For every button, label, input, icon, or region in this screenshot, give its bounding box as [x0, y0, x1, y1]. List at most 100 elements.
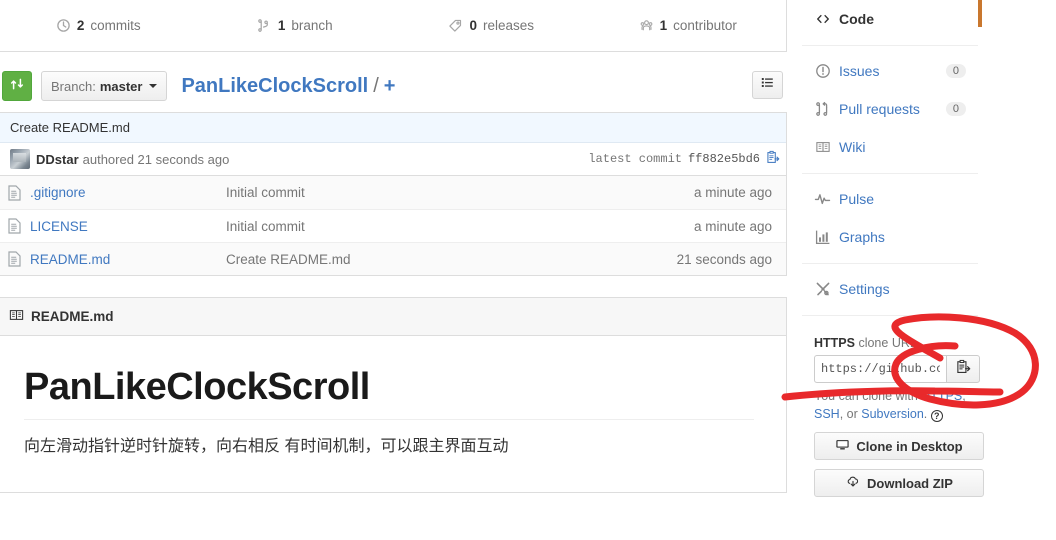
sidebar-item-label: Code	[839, 10, 874, 27]
clone-help-or: , or	[839, 407, 862, 422]
stat-commits[interactable]: 2 commits	[0, 0, 197, 51]
stat-contributors[interactable]: 1 contributor	[590, 0, 787, 51]
issues-counter: 0	[945, 63, 966, 78]
branch-selector-value: master	[99, 78, 143, 94]
sidebar-item-label: Pulse	[839, 190, 875, 207]
compare-and-pull-request-button[interactable]	[2, 71, 32, 101]
clone-help-text: You can clone with HTTPS, SSH, or Subver…	[814, 387, 982, 423]
breadcrumb-separator: /	[373, 74, 379, 97]
stat-branches[interactable]: 1 branch	[197, 0, 394, 51]
clipboard-icon[interactable]	[766, 150, 780, 169]
clone-in-desktop-button[interactable]: Clone in Desktop	[814, 432, 984, 461]
branch-icon	[257, 18, 272, 33]
file-age: 21 seconds ago	[676, 251, 772, 267]
clone-protocol-label: HTTPS	[814, 336, 855, 350]
tag-icon	[448, 18, 463, 33]
file-age: a minute ago	[693, 218, 772, 234]
latest-commit-sha[interactable]: ff882e5bd6	[688, 152, 760, 166]
readme-paragraph: 向左滑动指针逆时针旋转，向右相反 有时间机制，可以跟主界面互动	[24, 438, 509, 455]
latest-commit-sha-group: latest commit ff882e5bd6	[588, 143, 780, 175]
clone-url-label: HTTPS clone URL	[814, 336, 978, 350]
file-age: a minute ago	[693, 185, 772, 200]
add-file-button[interactable]: +	[384, 75, 396, 98]
divider	[802, 315, 978, 316]
people-icon	[639, 18, 654, 33]
stat-releases-label: releases	[482, 18, 535, 33]
clipboard-icon	[956, 359, 971, 380]
pull-requests-counter: 0	[945, 101, 966, 116]
file-name[interactable]: LICENSE	[30, 219, 226, 234]
find-file-button[interactable]	[752, 71, 783, 99]
readme-box: README.md PanLikeClockScroll 向左滑动指针逆时针旋转…	[0, 297, 787, 493]
repository-stats-bar: 2 commits 1 branch 0 releases 1 contribu…	[0, 0, 787, 52]
book-icon	[814, 140, 831, 154]
sidebar-item-code[interactable]: Code	[802, 0, 982, 38]
stat-releases[interactable]: 0 releases	[393, 0, 590, 51]
table-row: LICENSE Initial commit a minute ago	[0, 209, 786, 242]
clone-help-https-link[interactable]: HTTPS	[921, 389, 962, 403]
file-name[interactable]: README.md	[30, 252, 226, 267]
github-repo-page: 2 commits 1 branch 0 releases 1 contribu…	[0, 0, 1056, 540]
breadcrumb-repo-name[interactable]: PanLikeClockScroll	[181, 75, 368, 98]
file-icon	[0, 218, 30, 234]
commit-author-meta: authored 21 seconds ago	[82, 151, 230, 167]
sidebar-item-label: Pull requests	[839, 100, 920, 117]
sidebar-item-pull-requests[interactable]: Pull requests 0	[802, 90, 978, 128]
branch-selector[interactable]: Branch: master	[41, 71, 168, 101]
clone-url-label-rest: clone URL	[854, 336, 917, 350]
breadcrumb: PanLikeClockScroll / +	[181, 75, 395, 98]
pull-request-icon	[814, 101, 831, 117]
latest-commit-label: latest commit	[588, 152, 682, 166]
sidebar-item-label: Issues	[839, 62, 880, 79]
sidebar-item-pulse[interactable]: Pulse	[802, 180, 978, 218]
clone-url-copy-button[interactable]	[946, 355, 980, 383]
readme-heading: PanLikeClockScroll	[24, 366, 754, 420]
readme-content: PanLikeClockScroll 向左滑动指针逆时针旋转，向右相反 有时间机…	[0, 336, 786, 492]
sidebar-item-graphs[interactable]: Graphs	[802, 218, 978, 256]
repository-sidebar-nav: Code Issues 0 Pull requests 0 Wiki Pulse…	[802, 0, 984, 540]
file-icon	[0, 184, 30, 201]
repository-main-column: 2 commits 1 branch 0 releases 1 contribu…	[0, 0, 787, 540]
list-icon	[761, 76, 774, 94]
clone-url-input[interactable]	[814, 355, 946, 383]
file-commit-message[interactable]: Create README.md	[226, 252, 677, 267]
commit-author-name[interactable]: DDstar	[36, 152, 79, 167]
file-commit-message[interactable]: Initial commit	[226, 219, 694, 234]
sidebar-item-settings[interactable]: Settings	[802, 270, 978, 308]
stat-releases-count: 0	[469, 18, 477, 33]
avatar[interactable]	[10, 149, 30, 169]
download-zip-button[interactable]: Download ZIP	[814, 469, 984, 498]
compare-icon	[9, 76, 25, 97]
clone-url-section: HTTPS clone URL You can clone	[802, 322, 984, 498]
clone-help-prefix: You can clone with	[814, 389, 922, 403]
code-icon	[814, 12, 831, 26]
table-row: README.md Create README.md 21 seconds ag…	[0, 242, 786, 275]
latest-commit-box: Create README.md DDstar authored 21 seco…	[0, 112, 787, 176]
book-icon	[9, 308, 24, 325]
commits-icon	[56, 18, 71, 33]
table-row: .gitignore Initial commit a minute ago	[0, 176, 786, 209]
readme-header: README.md	[0, 298, 786, 336]
file-name[interactable]: .gitignore	[30, 185, 226, 200]
file-commit-message[interactable]: Initial commit	[226, 185, 694, 200]
latest-commit-message[interactable]: Create README.md	[0, 113, 786, 143]
stat-contributors-label: contributor	[673, 18, 737, 33]
sidebar-item-label: Wiki	[839, 138, 866, 155]
graph-icon	[814, 229, 831, 245]
stat-contributors-count: 1	[659, 18, 668, 33]
sidebar-item-wiki[interactable]: Wiki	[802, 128, 978, 166]
active-tab-indicator	[978, 0, 982, 27]
sidebar-item-label: Graphs	[839, 228, 885, 245]
divider	[802, 45, 978, 46]
branch-selector-label: Branch:	[51, 78, 96, 94]
clone-help-comma: ,	[962, 389, 966, 403]
cloud-download-icon	[845, 475, 861, 492]
file-navigation-bar: Branch: master PanLikeClockScroll / +	[0, 68, 787, 104]
clone-help-subversion-link[interactable]: Subversion	[861, 407, 924, 421]
readme-title: README.md	[31, 309, 114, 324]
question-icon[interactable]: ?	[930, 410, 943, 423]
sidebar-item-issues[interactable]: Issues 0	[802, 52, 978, 90]
clone-help-ssh-link[interactable]: SSH	[814, 407, 840, 421]
pulse-icon	[814, 191, 831, 207]
download-zip-label: Download ZIP	[867, 475, 953, 491]
